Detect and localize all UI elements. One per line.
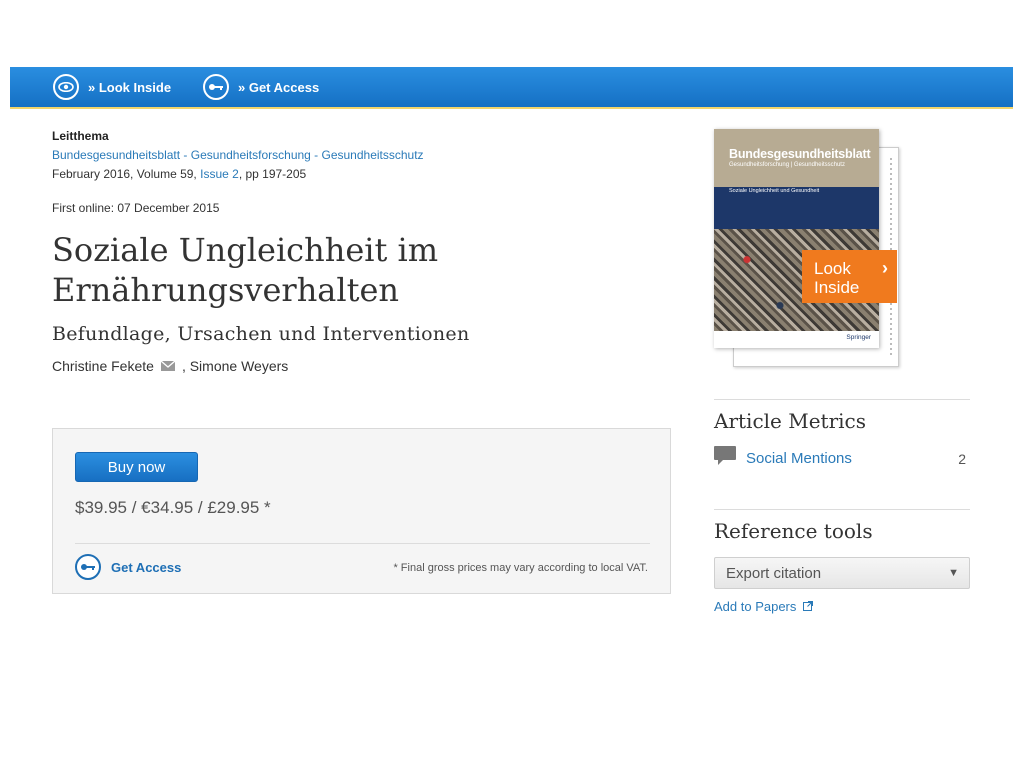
purchase-box: Buy now $39.95 / €34.95 / £29.95 * Get A… xyxy=(52,428,671,594)
eye-icon xyxy=(53,74,79,100)
mail-icon[interactable] xyxy=(160,361,175,371)
article-toolbar: » Look Inside » Get Access xyxy=(10,67,1013,109)
cover-publisher: Springer xyxy=(846,334,871,341)
divider xyxy=(75,543,650,544)
social-mentions-label: Social Mentions xyxy=(746,450,852,467)
journal-cover[interactable]: Bundesgesundheitsblatt Gesundheitsforsch… xyxy=(714,129,879,348)
article-metrics-heading: Article Metrics xyxy=(714,409,867,433)
look-inside-label: » Look Inside xyxy=(88,79,172,95)
key-icon xyxy=(75,554,101,580)
author-name[interactable]: Simone Weyers xyxy=(190,358,289,374)
look-inside-button[interactable]: Look Inside › xyxy=(802,250,897,303)
social-mentions-row[interactable]: Social Mentions 2 xyxy=(714,446,966,471)
reference-tools-heading: Reference tools xyxy=(714,519,873,543)
look-inside-toolbar-link[interactable]: » Look Inside xyxy=(53,74,171,100)
buy-now-button[interactable]: Buy now xyxy=(75,452,198,482)
cover-journal-subtitle: Gesundheitsforschung | Gesundheitsschutz xyxy=(729,162,845,168)
export-citation-label: Export citation xyxy=(726,565,822,582)
issue-date-volume: February 2016, Volume 59, xyxy=(52,167,197,181)
author-name[interactable]: Christine Fekete xyxy=(52,358,154,374)
external-link-icon xyxy=(796,599,814,614)
key-icon xyxy=(203,74,229,100)
author-separator: , xyxy=(181,358,186,374)
article-category: Leitthema xyxy=(52,129,109,143)
issue-info: February 2016, Volume 59, Issue 2, pp 19… xyxy=(52,167,306,181)
cover-journal-title: Bundesgesundheitsblatt xyxy=(729,147,871,161)
get-access-toolbar-link[interactable]: » Get Access xyxy=(203,74,319,100)
cover-issue-theme: Soziale Ungleichheit und Gesundheit xyxy=(729,188,820,194)
export-citation-select[interactable]: Export citation ▼ xyxy=(714,557,970,589)
add-to-papers-link[interactable]: Add to Papers xyxy=(714,599,814,614)
divider xyxy=(714,399,970,400)
vat-note: * Final gross prices may vary according … xyxy=(393,562,648,574)
speech-bubble-icon xyxy=(714,446,736,471)
price-list: $39.95 / €34.95 / £29.95 * xyxy=(75,498,271,517)
issue-link[interactable]: Issue 2 xyxy=(200,167,239,181)
page-range: , pp 197-205 xyxy=(238,167,307,181)
get-access-label: Get Access xyxy=(111,559,182,575)
journal-link[interactable]: Bundesgesundheitsblatt - Gesundheitsfors… xyxy=(52,148,424,162)
look-inside-label-2: Inside xyxy=(814,278,860,297)
chevron-right-icon: › xyxy=(882,258,888,278)
author-list: Christine Fekete , Simone Weyers xyxy=(52,358,288,374)
add-to-papers-label: Add to Papers xyxy=(714,599,797,614)
social-mentions-count: 2 xyxy=(958,450,966,467)
article-subtitle: Befundlage, Ursachen und Interventionen xyxy=(52,323,470,345)
article-title: Soziale Ungleichheit im Ernährungsverhal… xyxy=(52,231,439,309)
get-access-label: » Get Access xyxy=(238,79,320,95)
get-access-link[interactable]: Get Access xyxy=(75,554,181,580)
caret-down-icon: ▼ xyxy=(948,567,959,579)
first-online-date: First online: 07 December 2015 xyxy=(52,201,220,215)
divider xyxy=(714,509,970,510)
